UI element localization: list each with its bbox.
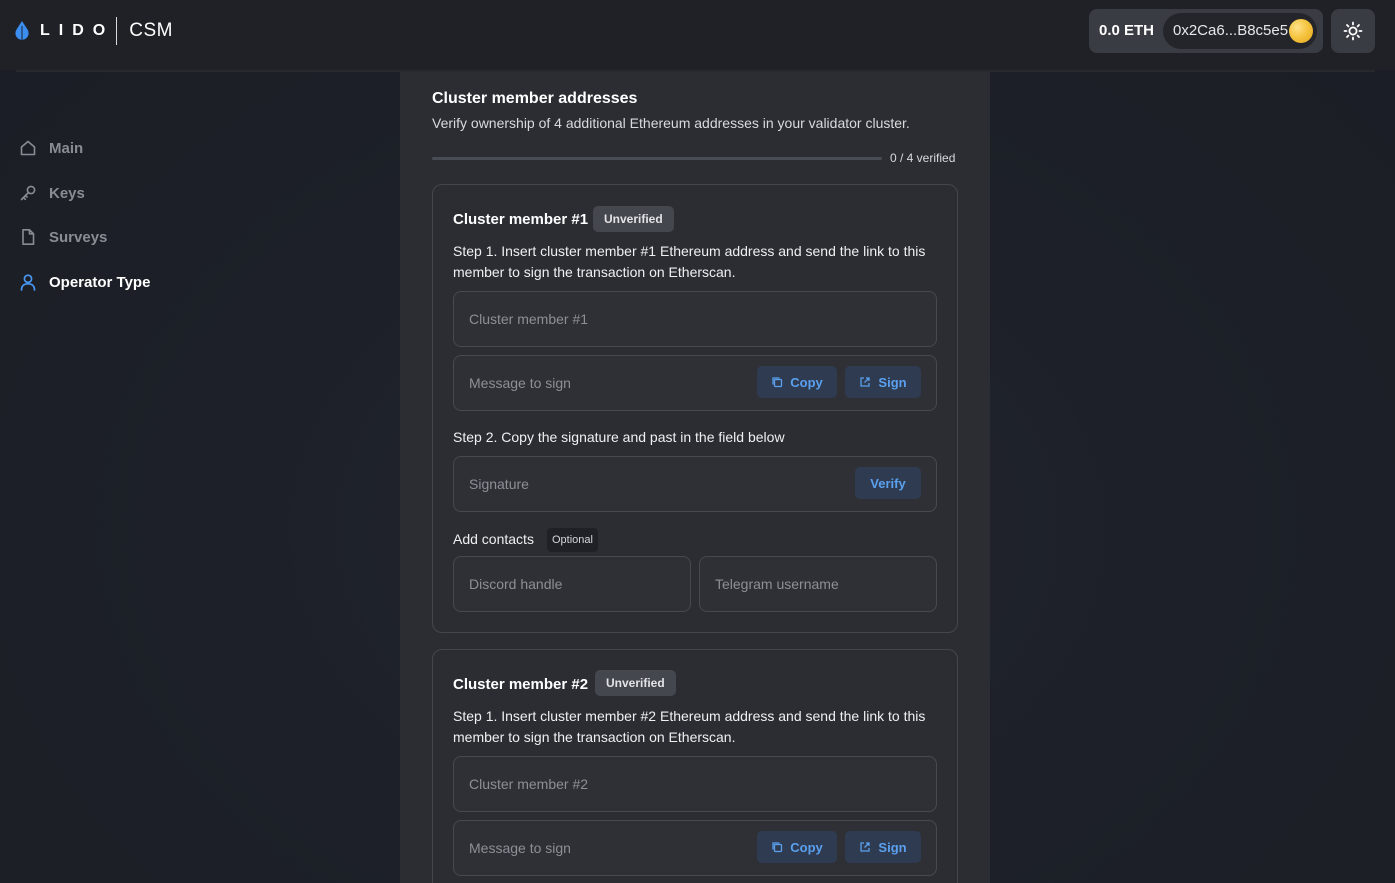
sidebar-item-main[interactable]: Main <box>18 136 83 160</box>
wallet-address-button[interactable]: 0x2Ca6...B8c5e5 <box>1163 13 1317 49</box>
app-header: LIDO CSM 0.0 ETH 0x2Ca6...B8c5e5 <box>0 0 1395 70</box>
cluster-member-card: Cluster member #1 Unverified Step 1. Ins… <box>432 184 958 633</box>
card-title: Cluster member #2 <box>453 676 589 693</box>
copy-icon <box>772 842 783 853</box>
sign-label: Sign <box>878 839 907 855</box>
copy-button[interactable]: Copy <box>757 366 837 398</box>
copy-button[interactable]: Copy <box>757 831 837 863</box>
external-link-icon <box>860 842 871 852</box>
status-badge: Unverified <box>593 206 674 232</box>
signature-field: Verify <box>453 456 937 512</box>
member-address-field <box>453 756 937 812</box>
signature-input[interactable] <box>469 457 729 511</box>
copy-label: Copy <box>790 374 823 390</box>
discord-handle-input[interactable] <box>469 557 679 611</box>
wallet-address: 0x2Ca6...B8c5e5 <box>1173 22 1289 39</box>
sign-button[interactable]: Sign <box>845 831 921 863</box>
wallet-widget[interactable]: 0.0 ETH 0x2Ca6...B8c5e5 <box>1089 9 1323 53</box>
add-contacts-label: Add contacts <box>453 531 534 547</box>
sign-button[interactable]: Sign <box>845 366 921 398</box>
document-icon <box>18 227 38 247</box>
logo-text: LIDO <box>40 22 115 39</box>
status-badge: Unverified <box>595 670 676 696</box>
step-1-instructions: Step 1. Insert cluster member #2 Ethereu… <box>453 708 926 745</box>
message-to-sign-input[interactable] <box>469 356 729 410</box>
optional-badge: Optional <box>547 528 598 552</box>
copy-label: Copy <box>790 839 823 855</box>
main-panel: Cluster member addresses Verify ownershi… <box>400 72 990 883</box>
key-icon <box>18 183 38 203</box>
member-address-input[interactable] <box>469 292 729 346</box>
verification-progress-bar <box>432 157 882 160</box>
message-field: Copy Sign <box>453 355 937 411</box>
discord-field <box>453 556 691 612</box>
sidebar-item-label: Surveys <box>49 228 108 246</box>
logo-divider <box>116 17 118 45</box>
card-title: Cluster member #1 <box>453 211 589 228</box>
avatar <box>1289 19 1313 43</box>
sidebar-item-label: Keys <box>49 184 85 202</box>
sidebar-item-surveys[interactable]: Surveys <box>18 225 107 249</box>
step-2-instructions: Step 2. Copy the signature and past in t… <box>453 429 785 445</box>
step-1-instructions: Step 1. Insert cluster member #1 Ethereu… <box>453 243 926 280</box>
lido-drop-icon <box>15 21 29 40</box>
lido-logo[interactable]: LIDO CSM <box>14 17 173 45</box>
sign-label: Sign <box>878 374 907 390</box>
app-name: CSM <box>129 20 173 41</box>
verify-button[interactable]: Verify <box>855 467 921 499</box>
sun-icon <box>1343 21 1363 41</box>
external-link-icon <box>860 377 871 387</box>
member-address-field <box>453 291 937 347</box>
section-description: Verify ownership of 4 additional Ethereu… <box>432 115 910 131</box>
telegram-field <box>699 556 937 612</box>
sidebar-item-label: Operator Type <box>49 273 151 291</box>
member-address-input[interactable] <box>469 757 729 811</box>
message-field: Copy Sign <box>453 820 937 876</box>
sidebar-item-label: Main <box>49 139 84 157</box>
sidebar-item-operator-type[interactable]: Operator Type <box>18 270 150 294</box>
user-icon <box>18 272 38 292</box>
telegram-username-input[interactable] <box>715 557 925 611</box>
progress-text: 0 / 4 verified <box>890 151 956 165</box>
message-to-sign-input[interactable] <box>469 821 729 875</box>
home-icon <box>18 138 38 158</box>
sidebar-item-keys[interactable]: Keys <box>18 181 85 205</box>
wallet-balance: 0.0 ETH <box>1099 22 1155 39</box>
copy-icon <box>772 377 783 388</box>
theme-toggle-button[interactable] <box>1331 9 1375 53</box>
verify-label: Verify <box>870 475 906 491</box>
cluster-member-card: Cluster member #2 Unverified Step 1. Ins… <box>432 649 958 883</box>
section-title: Cluster member addresses <box>432 90 638 107</box>
